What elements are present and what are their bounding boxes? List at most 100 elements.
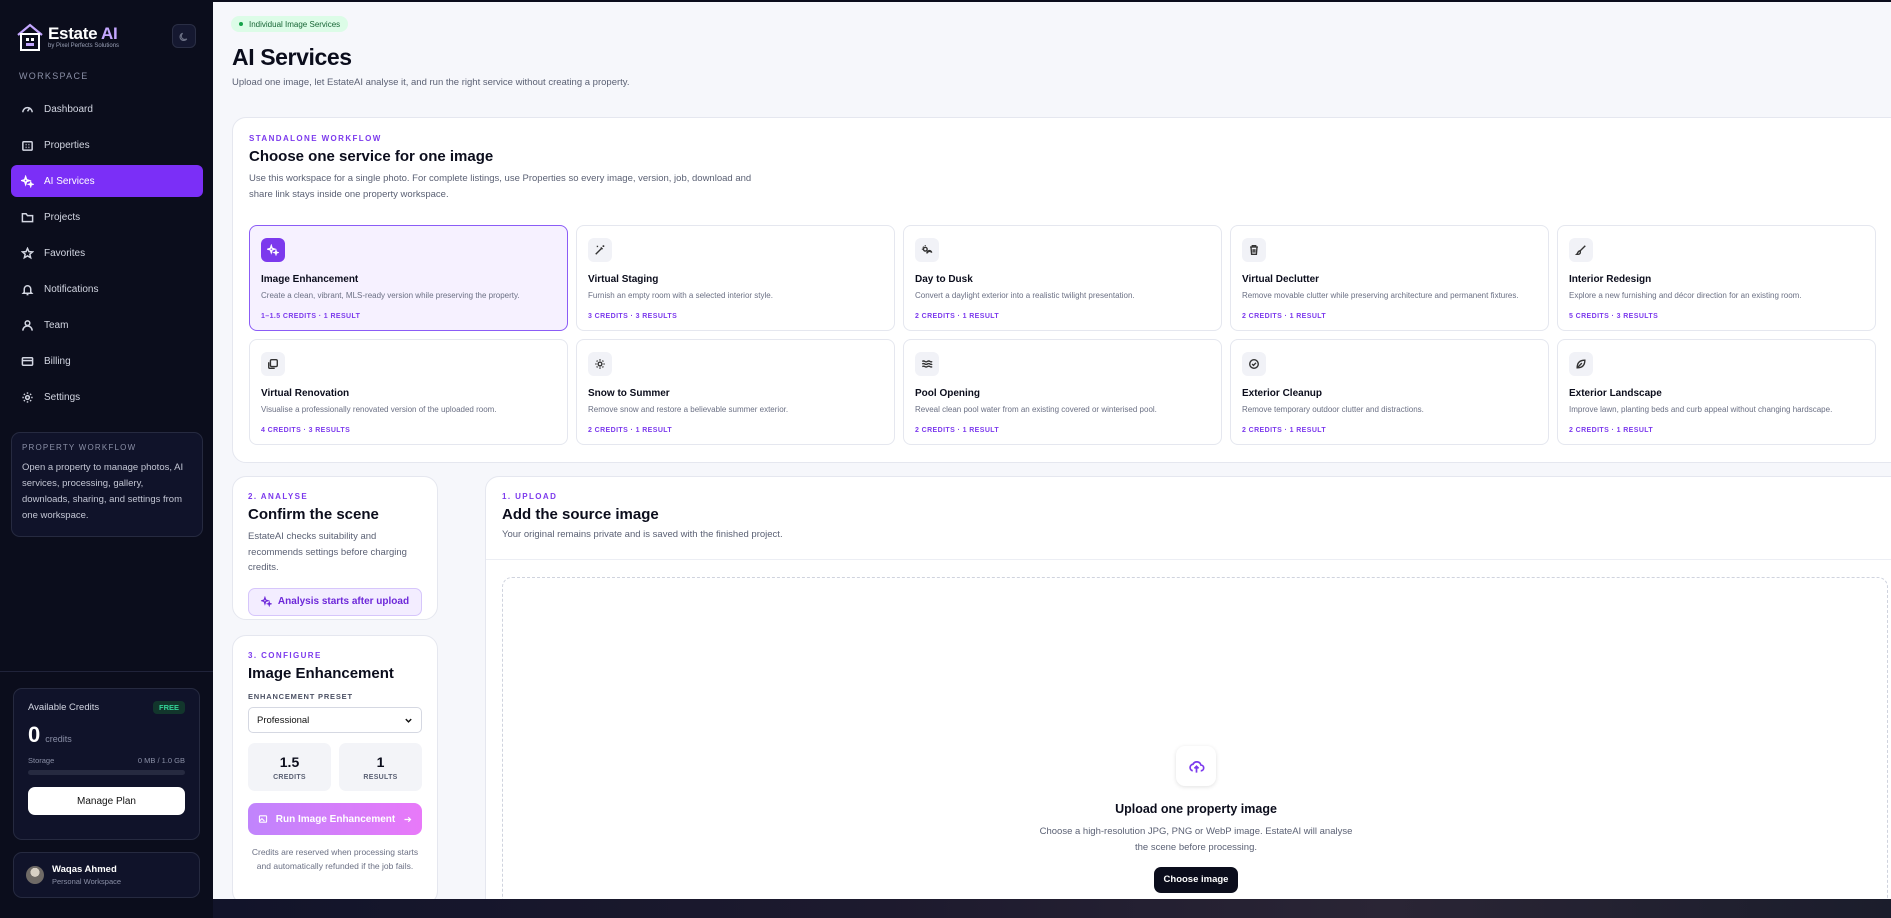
- service-description: Explore a new furnishing and décor direc…: [1569, 291, 1802, 300]
- sidebar-item-label: Projects: [44, 211, 81, 223]
- credits-label: Available Credits: [28, 702, 100, 713]
- service-description: Remove temporary outdoor clutter and dis…: [1242, 405, 1424, 414]
- service-card-interior-redesign[interactable]: Interior Redesign Explore a new furnishi…: [1557, 225, 1876, 331]
- sidebar-item-label: Team: [44, 319, 69, 331]
- service-name: Exterior Cleanup: [1242, 388, 1323, 399]
- divider: [486, 559, 1891, 560]
- moon-icon: [179, 32, 187, 41]
- property-workflow-card: PROPERTY WORKFLOW Open a property to man…: [11, 432, 203, 537]
- theme-toggle-button[interactable]: [172, 24, 196, 48]
- service-cost: 3 CREDITS · 3 RESULTS: [588, 313, 678, 320]
- sparkles-icon: [260, 596, 272, 607]
- upload-description: Your original remains private and is sav…: [502, 529, 783, 540]
- image-dropzone[interactable]: Upload one property image Choose a high-…: [502, 577, 1888, 899]
- sidebar-divider: [0, 671, 213, 672]
- service-name: Image Enhancement: [261, 274, 359, 285]
- sidebar-item-properties[interactable]: Properties: [11, 129, 203, 161]
- user-profile-card[interactable]: Waqas Ahmed Personal Workspace: [13, 852, 200, 898]
- sidebar-item-dashboard[interactable]: Dashboard: [11, 93, 203, 125]
- configure-card: 3. CONFIGURE Image Enhancement ENHANCEME…: [232, 635, 438, 899]
- service-card-virtual-declutter[interactable]: Virtual Declutter Remove movable clutter…: [1230, 225, 1549, 331]
- sidebar-item-label: Billing: [44, 355, 71, 367]
- service-card-day-to-dusk[interactable]: Day to Dusk Convert a daylight exterior …: [903, 225, 1222, 331]
- sidebar-item-favorites[interactable]: Favorites: [11, 237, 203, 269]
- card-icon: [21, 356, 34, 366]
- service-cost: 2 CREDITS · 1 RESULT: [915, 427, 1000, 434]
- service-card-virtual-staging[interactable]: Virtual Staging Furnish an empty room wi…: [576, 225, 895, 331]
- service-card-image-enhancement[interactable]: Image Enhancement Create a clean, vibran…: [249, 225, 568, 331]
- page-subtitle: Upload one image, let EstateAI analyse i…: [232, 77, 630, 88]
- service-name: Interior Redesign: [1569, 274, 1652, 285]
- building-icon: [22, 140, 33, 151]
- service-name: Day to Dusk: [915, 274, 973, 285]
- results-stat-label: RESULTS: [363, 773, 398, 781]
- check-circle-icon: [1242, 352, 1266, 376]
- storage-label: Storage: [28, 756, 55, 765]
- service-description: Visualise a professionally renovated ver…: [261, 405, 497, 414]
- service-grid: Image Enhancement Create a clean, vibran…: [249, 225, 1876, 445]
- sun-icon: [588, 352, 612, 376]
- service-cost: 2 CREDITS · 1 RESULT: [1242, 313, 1327, 320]
- plan-badge: FREE: [152, 701, 185, 714]
- credits-stat-value: 1.5: [279, 753, 300, 770]
- service-card-virtual-renovation[interactable]: Virtual Renovation Visualise a professio…: [249, 339, 568, 445]
- arrow-right-icon: [404, 816, 412, 822]
- choose-image-button[interactable]: Choose image: [1153, 867, 1239, 893]
- service-card-pool-opening[interactable]: Pool Opening Reveal clean pool water fro…: [903, 339, 1222, 445]
- page-title: AI Services: [232, 44, 352, 70]
- gauge-icon: [22, 106, 33, 112]
- storage-progress-bar: [28, 770, 185, 775]
- sidebar-item-notifications[interactable]: Notifications: [11, 273, 203, 305]
- standalone-title: Choose one service for one image: [249, 148, 494, 165]
- brand-tagline: by Pixel Perfects Solutions: [48, 43, 120, 49]
- results-stat-value: 1: [376, 753, 385, 770]
- sidebar-item-projects[interactable]: Projects: [11, 201, 203, 233]
- user-icon: [22, 319, 33, 331]
- service-description: Remove movable clutter while preserving …: [1242, 291, 1519, 300]
- gear-icon: [22, 391, 33, 403]
- sidebar-item-billing[interactable]: Billing: [11, 345, 203, 377]
- sidebar: Estate AI by Pixel Perfects Solutions WO…: [0, 0, 213, 918]
- preset-select[interactable]: Professional: [248, 707, 422, 733]
- configure-eyebrow: 3. CONFIGURE: [248, 651, 322, 660]
- service-description: Furnish an empty room with a selected in…: [588, 291, 773, 300]
- service-name: Virtual Staging: [588, 274, 659, 285]
- manage-plan-button[interactable]: Manage Plan: [28, 787, 185, 815]
- service-name: Pool Opening: [915, 388, 980, 399]
- analysis-button-label: Analysis starts after upload: [277, 596, 410, 607]
- property-workflow-text: Open a property to manage photos, AI ser…: [22, 462, 184, 521]
- image-icon: [258, 815, 267, 823]
- brand-logo[interactable]: Estate AI by Pixel Perfects Solutions: [16, 22, 119, 52]
- service-description: Reveal clean pool water from an existing…: [915, 405, 1157, 414]
- sidebar-item-settings[interactable]: Settings: [11, 381, 203, 413]
- user-workspace: Personal Workspace: [52, 877, 122, 886]
- leaf-icon: [1569, 352, 1593, 376]
- sidebar-item-label: AI Services: [44, 175, 95, 187]
- upload-eyebrow: 1. UPLOAD: [502, 492, 558, 501]
- workspace-section-label: WORKSPACE: [19, 71, 89, 81]
- sidebar-item-ai-services[interactable]: AI Services: [11, 165, 203, 197]
- service-description: Create a clean, vibrant, MLS-ready versi…: [261, 291, 520, 300]
- house-logo-icon: [16, 22, 44, 52]
- service-card-exterior-landscape[interactable]: Exterior Landscape Improve lawn, plantin…: [1557, 339, 1876, 445]
- service-name: Virtual Renovation: [261, 388, 350, 399]
- analysis-button[interactable]: Analysis starts after upload: [248, 587, 422, 616]
- star-icon: [21, 246, 34, 259]
- service-card-exterior-cleanup[interactable]: Exterior Cleanup Remove temporary outdoo…: [1230, 339, 1549, 445]
- service-description: Improve lawn, planting beds and curb app…: [1569, 405, 1833, 414]
- upload-title: Add the source image: [502, 506, 659, 523]
- service-cost: 2 CREDITS · 1 RESULT: [1242, 427, 1327, 434]
- service-cost: 4 CREDITS · 3 RESULTS: [261, 427, 351, 434]
- service-cost: 2 CREDITS · 1 RESULT: [915, 313, 1000, 320]
- service-cost: 1–1.5 CREDITS · 1 RESULT: [261, 313, 361, 320]
- service-card-snow-to-summer[interactable]: Snow to Summer Remove snow and restore a…: [576, 339, 895, 445]
- upload-card: 1. UPLOAD Add the source image Your orig…: [485, 476, 1891, 899]
- run-service-button[interactable]: Run Image Enhancement: [248, 803, 422, 835]
- preset-value: Professional: [257, 714, 310, 726]
- run-service-label: Run Image Enhancement: [275, 813, 396, 825]
- sidebar-item-team[interactable]: Team: [11, 309, 203, 341]
- bell-icon: [21, 284, 34, 295]
- brush-icon: [1569, 238, 1593, 262]
- analyse-eyebrow: 2. ANALYSE: [248, 492, 309, 501]
- cloud-upload-icon: [1176, 746, 1216, 786]
